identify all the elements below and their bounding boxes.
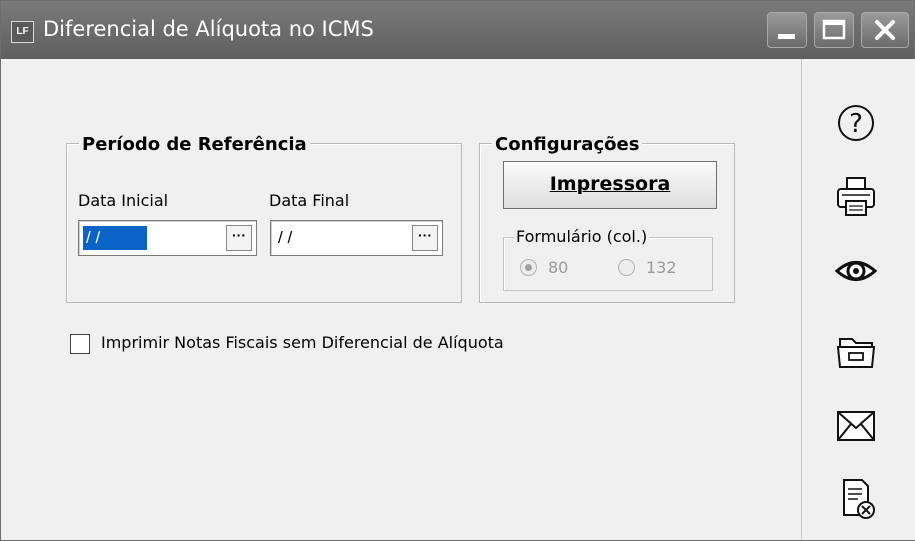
right-toolbar: ?	[801, 59, 915, 540]
minimize-icon	[778, 34, 795, 39]
printer-icon	[837, 177, 875, 216]
help-icon: ?	[838, 105, 874, 141]
archive-button[interactable]	[832, 329, 880, 373]
svg-text:?: ?	[849, 109, 863, 139]
radio-132[interactable]	[618, 259, 635, 276]
impressora-button-label: Impressora	[549, 173, 671, 195]
data-inicial-picker-button[interactable]: ···	[226, 225, 252, 251]
imprimir-notas-checkbox[interactable]	[70, 334, 90, 354]
radio-80[interactable]	[520, 259, 537, 276]
mail-icon	[837, 411, 875, 441]
email-button[interactable]	[832, 404, 880, 448]
maximize-icon	[822, 19, 846, 40]
data-inicial-field[interactable]: / / ···	[78, 220, 257, 256]
impressora-button[interactable]: Impressora	[503, 161, 717, 209]
help-button[interactable]: ?	[832, 101, 880, 145]
close-button[interactable]	[861, 12, 909, 48]
close-icon	[875, 20, 895, 40]
data-final-label: Data Final	[269, 191, 350, 210]
title-bar[interactable]: LF Diferencial de Alíquota no ICMS	[1, 1, 914, 59]
data-inicial-value[interactable]: / /	[83, 226, 147, 250]
configuracoes-group-title: Configurações	[492, 134, 643, 155]
imprimir-notas-label[interactable]: Imprimir Notas Fiscais sem Diferencial d…	[101, 333, 504, 352]
close-document-icon	[843, 479, 875, 519]
app-icon: LF	[11, 21, 34, 43]
print-button[interactable]	[832, 174, 880, 218]
radio-80-dot	[525, 264, 532, 271]
close-report-button[interactable]	[832, 477, 880, 521]
minimize-button[interactable]	[767, 12, 807, 48]
maximize-button[interactable]	[814, 12, 854, 48]
data-inicial-label: Data Inicial	[78, 191, 169, 210]
radio-80-label: 80	[548, 258, 569, 277]
data-final-picker-button[interactable]: ···	[412, 225, 438, 251]
archive-icon	[836, 338, 876, 368]
window-title: Diferencial de Alíquota no ICMS	[43, 17, 374, 41]
radio-132-label: 132	[646, 258, 677, 277]
eye-icon	[834, 261, 878, 281]
data-final-value[interactable]: / /	[275, 226, 295, 250]
data-final-field[interactable]: / / ···	[270, 220, 443, 256]
dialog-window: LF Diferencial de Alíquota no ICMS Perío…	[0, 0, 915, 541]
periodo-group-title: Período de Referência	[79, 134, 310, 155]
preview-button[interactable]	[832, 249, 880, 293]
formulario-group-title: Formulário (col.)	[514, 227, 650, 246]
